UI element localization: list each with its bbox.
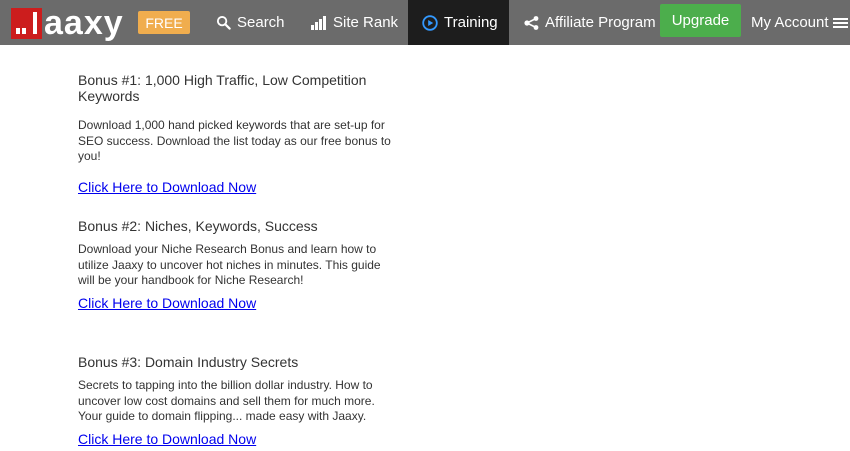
bonus-item: Bonus #1: 1,000 High Traffic, Low Compet… — [78, 72, 398, 197]
nav-site-rank-label: Site Rank — [333, 14, 399, 31]
search-icon — [216, 15, 231, 30]
logo-mark — [11, 7, 42, 39]
bonus-description: Download 1,000 hand picked keywords that… — [78, 118, 391, 163]
bonus-description: Secrets to tapping into the billion doll… — [78, 378, 375, 423]
bonus-description: Download your Niche Research Bonus and l… — [78, 242, 381, 287]
nav-affiliate-label: Affiliate Program — [545, 14, 656, 31]
nav-training[interactable]: Training — [408, 0, 509, 45]
bonus-title: Bonus #3: Domain Industry Secrets — [78, 354, 299, 370]
bonus-title: Bonus #1: 1,000 High Traffic, Low Compet… — [78, 72, 367, 104]
bonus-item: Bonus #3: Domain Industry Secrets Secret… — [78, 354, 398, 449]
share-icon — [524, 15, 539, 30]
bonus-item: Bonus #2: Niches, Keywords, Success Down… — [78, 218, 398, 313]
nav-site-rank[interactable]: Site Rank — [311, 0, 398, 45]
nav-search[interactable]: Search — [216, 0, 285, 45]
download-link[interactable]: Click Here to Download Now — [78, 431, 256, 447]
logo-text: aaxy — [44, 4, 124, 42]
jaaxy-logo[interactable]: aaxy — [11, 5, 124, 41]
nav-my-account-label: My Account — [751, 14, 829, 31]
upgrade-button[interactable]: Upgrade — [660, 4, 741, 37]
nav-training-label: Training — [444, 14, 498, 31]
nav-search-label: Search — [237, 14, 285, 31]
nav-my-account[interactable]: My Account — [751, 0, 850, 45]
top-navbar: aaxy FREE Search Site Rank Training Affi… — [0, 0, 850, 45]
download-link[interactable]: Click Here to Download Now — [78, 295, 256, 311]
hamburger-menu-icon — [832, 17, 848, 28]
bar-chart-icon — [311, 15, 326, 30]
nav-affiliate-program[interactable]: Affiliate Program — [524, 0, 656, 45]
download-link[interactable]: Click Here to Download Now — [78, 179, 256, 195]
play-circle-icon — [422, 14, 438, 31]
bonus-title: Bonus #2: Niches, Keywords, Success — [78, 218, 318, 234]
free-badge[interactable]: FREE — [138, 11, 190, 34]
